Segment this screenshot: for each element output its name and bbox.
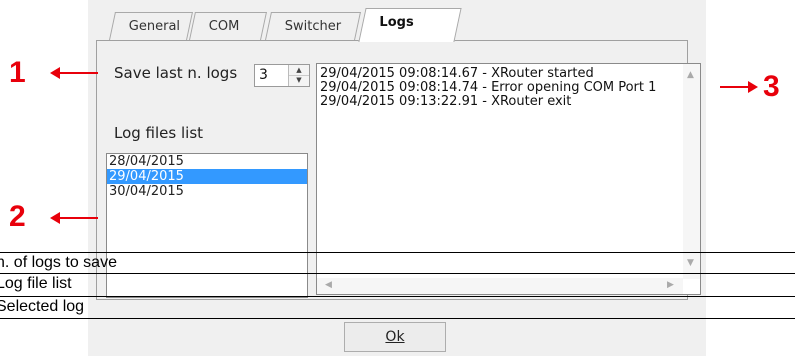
tab-general[interactable]: General — [109, 12, 193, 40]
annotation-1-arrow-line — [58, 72, 98, 74]
stepper-down-icon[interactable]: ▼ — [289, 75, 309, 85]
tab-switcher[interactable]: Switcher — [265, 12, 361, 40]
stepper-buttons: ▲ ▼ — [288, 65, 309, 86]
annotation-3-arrow-head — [748, 81, 758, 93]
annotation-1-number: 1 — [9, 56, 26, 89]
ok-button[interactable]: Ok — [344, 322, 446, 352]
annotation-3-arrow-line — [720, 86, 750, 88]
list-item[interactable]: 30/04/2015 — [107, 184, 307, 199]
scroll-up-icon[interactable]: ▲ — [687, 70, 694, 80]
tab-com[interactable]: COM — [189, 12, 267, 40]
log-files-label: Log files list — [114, 124, 204, 142]
annotation-2-number: 2 — [9, 200, 26, 233]
list-item-selected[interactable]: 29/04/2015 — [107, 169, 307, 184]
log-line: 29/04/2015 09:08:14.67 - XRouter started — [320, 66, 594, 81]
log-line: 29/04/2015 09:13:22.91 - XRouter exit — [320, 94, 572, 109]
legend-row-3: Selected log — [0, 296, 795, 317]
list-item[interactable]: 28/04/2015 — [107, 154, 307, 169]
save-logs-label: Save last n. logs — [114, 64, 238, 82]
legend-text-2: Log file list — [0, 275, 72, 292]
tab-logs[interactable]: Logs — [358, 8, 462, 42]
save-logs-stepper[interactable]: 3 ▲ ▼ — [254, 64, 310, 87]
legend-bottom-line — [0, 318, 795, 319]
legend-text-3: Selected log — [0, 298, 85, 315]
legend-text-1: n. of logs to save — [0, 254, 117, 271]
legend-row-1: n. of logs to save — [0, 252, 795, 273]
ok-button-label: Ok — [385, 329, 405, 345]
legend-row-2: Log file list — [0, 273, 795, 294]
log-line: 29/04/2015 09:08:14.74 - Error opening C… — [320, 80, 657, 95]
vertical-scrollbar[interactable]: ▲ ▼ — [683, 64, 700, 279]
annotation-2-arrow-line — [58, 217, 98, 219]
save-logs-value[interactable]: 3 — [259, 67, 268, 83]
annotation-3-number: 3 — [763, 70, 780, 103]
